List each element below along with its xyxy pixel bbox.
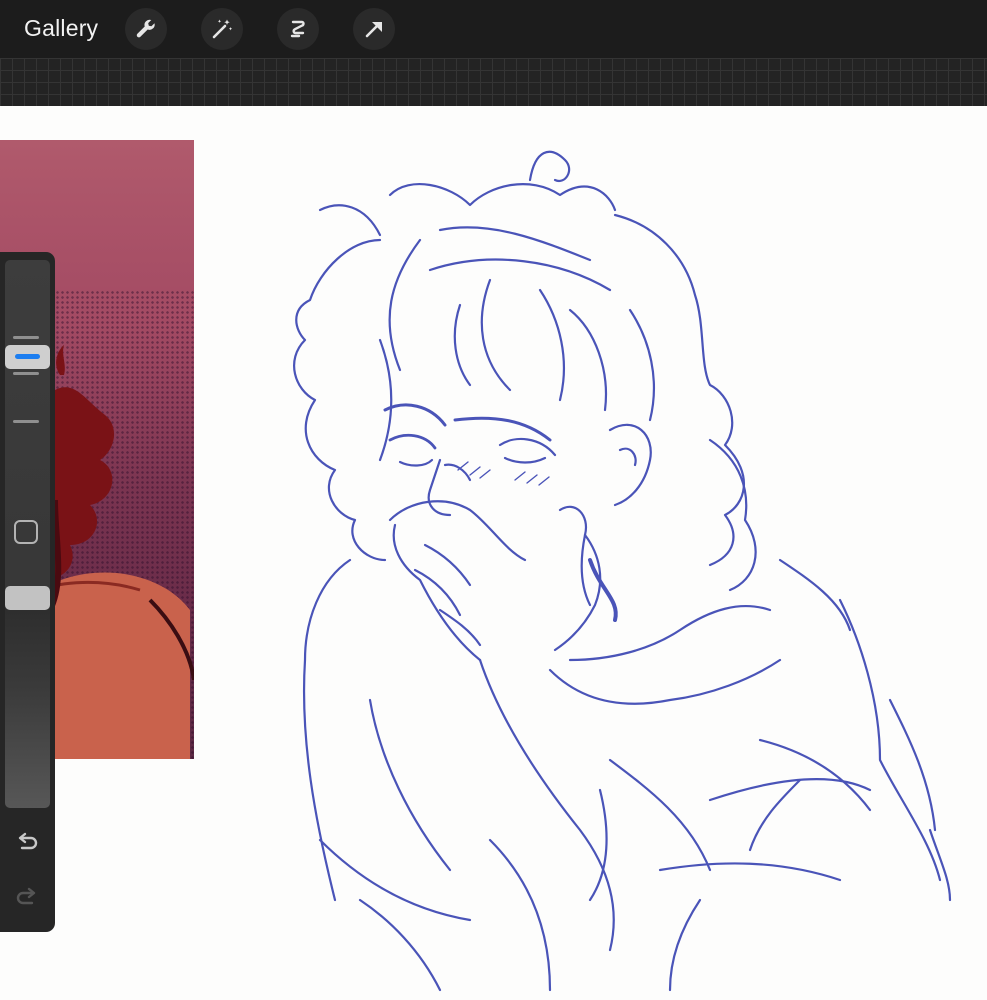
size-tick [13, 372, 39, 375]
toolbar-grid-strip [0, 58, 987, 107]
transform-button[interactable] [353, 8, 395, 50]
selection-icon [290, 20, 305, 38]
redo-icon[interactable] [13, 884, 41, 912]
brush-opacity-handle[interactable] [5, 586, 50, 610]
size-tick [13, 420, 39, 423]
brush-sidebar [0, 252, 55, 932]
top-toolbar: Gallery [0, 0, 987, 58]
brush-size-handle[interactable] [5, 345, 50, 370]
wrench-icon [136, 19, 155, 38]
gallery-button[interactable]: Gallery [24, 15, 98, 42]
brush-size-indicator [15, 354, 40, 360]
size-tick [13, 336, 39, 339]
modify-button[interactable] [14, 520, 38, 544]
adjustments-button[interactable] [201, 8, 243, 50]
magic-wand-icon [212, 19, 233, 39]
actions-button[interactable] [125, 8, 167, 50]
arrow-cursor-icon [365, 22, 382, 38]
line-sketch [293, 150, 952, 992]
selection-button[interactable] [277, 8, 319, 50]
undo-icon[interactable] [13, 829, 41, 857]
brush-opacity-slider[interactable] [5, 586, 50, 808]
